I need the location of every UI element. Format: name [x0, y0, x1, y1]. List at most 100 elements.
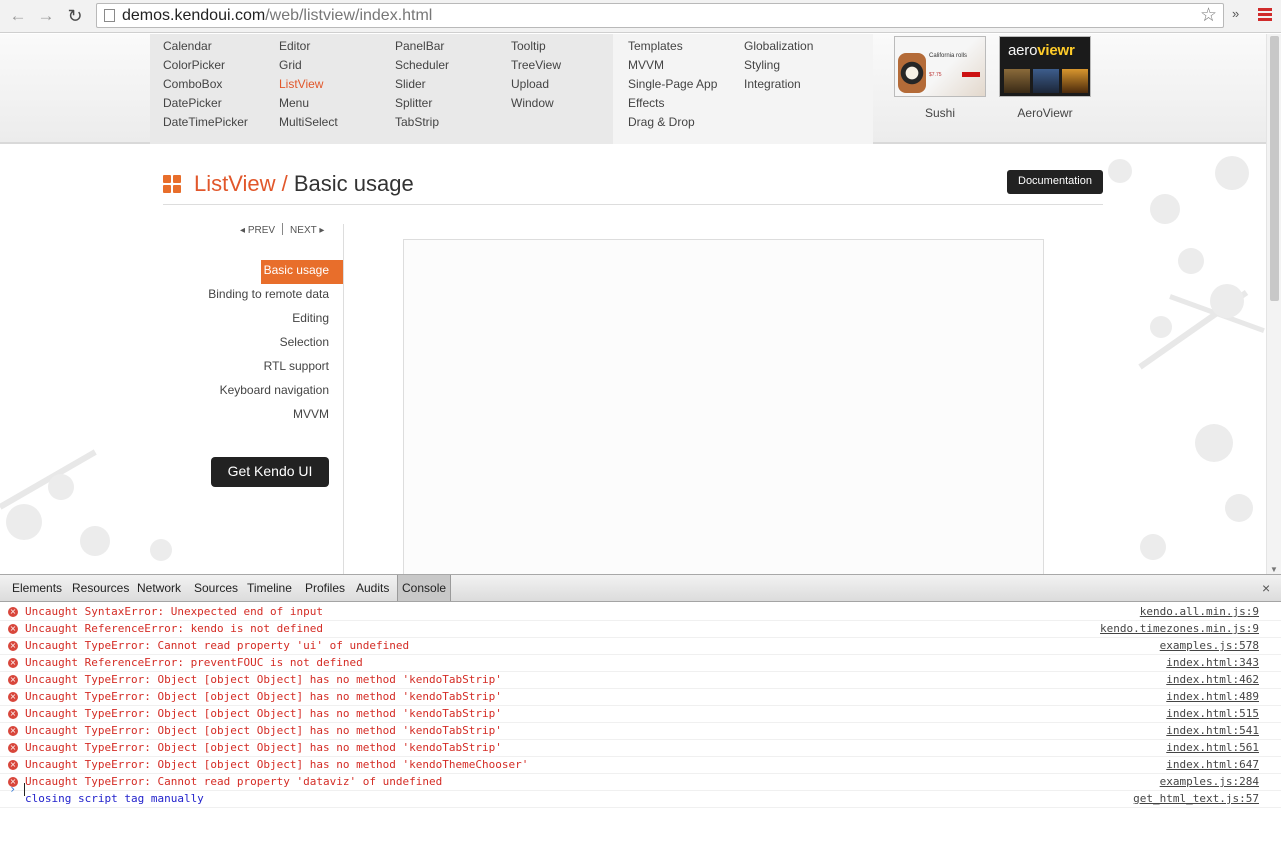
console-source-link[interactable]: index.html:343 [1166, 655, 1259, 671]
address-bar[interactable]: demos.kendoui.com/web/listview/index.htm… [96, 3, 1224, 28]
console-log-row: × Uncaught TypeError: Object [object Obje… [0, 723, 1281, 740]
console-source-link[interactable]: examples.js:578 [1160, 638, 1259, 654]
example-title: Basic usage [293, 171, 414, 196]
console-source-link[interactable]: index.html:462 [1166, 672, 1259, 688]
example-nav-item[interactable]: Binding to remote data [150, 284, 343, 308]
tab-profiles[interactable]: Profiles [301, 575, 349, 601]
bookmark-star-icon[interactable]: ☆ [1200, 4, 1217, 27]
url-host: demos.kendoui.com [122, 7, 266, 24]
get-kendo-button[interactable]: Get Kendo UI [211, 457, 329, 487]
menu-item[interactable]: Globalization [744, 38, 813, 57]
error-icon: × [8, 641, 18, 651]
menu-item[interactable]: Upload [511, 76, 561, 95]
console-source-link[interactable]: index.html:647 [1166, 757, 1259, 773]
menu-item-active[interactable]: ListView [279, 76, 338, 95]
menu-item[interactable]: Styling [744, 57, 813, 76]
menu-item[interactable]: ComboBox [163, 76, 248, 95]
menu-item[interactable]: Menu [279, 95, 338, 114]
menu-column-5: Templates MVVM Single-Page App Effects D… [628, 38, 717, 133]
page-scrollbar[interactable]: ▲ ▼ [1266, 34, 1281, 574]
next-arrow-icon: ▸ [319, 225, 325, 236]
console-message: Uncaught TypeError: Object [object Objec… [25, 758, 529, 771]
console-source-link[interactable]: kendo.all.min.js:9 [1140, 604, 1259, 620]
scroll-down-icon[interactable]: ▼ [1270, 565, 1278, 574]
console-message: Uncaught TypeError: Object [object Objec… [25, 741, 502, 754]
prev-link[interactable]: PREV [248, 225, 275, 236]
tab-network[interactable]: Network [133, 575, 185, 601]
example-nav-item-active[interactable]: Basic usage [261, 260, 343, 284]
menu-item[interactable]: Single-Page App [628, 76, 717, 95]
console-source-link[interactable]: index.html:489 [1166, 689, 1259, 705]
menu-item[interactable]: Editor [279, 38, 338, 57]
back-icon[interactable]: ← [7, 5, 29, 27]
sushi-thumb-price: $7.75 [929, 72, 942, 78]
page-title: ListView / Basic usage [194, 171, 414, 197]
menu-item[interactable]: DatePicker [163, 95, 248, 114]
sushi-thumb-title: California rolls [929, 53, 968, 59]
aero-photo [1062, 69, 1088, 93]
tab-resources[interactable]: Resources [68, 575, 133, 601]
tab-console[interactable]: Console [397, 575, 452, 601]
aeroviewr-label[interactable]: AeroViewr [999, 106, 1091, 120]
tab-sources[interactable]: Sources [190, 575, 242, 601]
menu-item[interactable]: Scheduler [395, 57, 449, 76]
error-icon: × [8, 675, 18, 685]
example-nav-item[interactable]: Editing [150, 308, 343, 332]
menu-item[interactable]: Slider [395, 76, 449, 95]
menu-item[interactable]: Tooltip [511, 38, 561, 57]
menu-item[interactable]: MultiSelect [279, 114, 338, 133]
menu-item[interactable]: Calendar [163, 38, 248, 57]
listview-grid-icon [163, 175, 182, 194]
menu-item[interactable]: MVVM [628, 57, 717, 76]
example-nav-item[interactable]: MVVM [150, 404, 343, 428]
menu-item[interactable]: Effects [628, 95, 717, 114]
console-source-link[interactable]: index.html:541 [1166, 723, 1259, 739]
aeroviewr-thumbnail[interactable]: aeroviewr [999, 36, 1091, 97]
console-log-row: × Uncaught TypeError: Cannot read propert… [0, 638, 1281, 655]
console-source-link[interactable]: get_html_text.js:57 [1133, 791, 1259, 807]
browser-menu-icon[interactable] [1258, 8, 1272, 22]
error-icon: × [8, 692, 18, 702]
widget-menu: Calendar ColorPicker ComboBox DatePicker… [0, 34, 1266, 144]
menu-item[interactable]: Integration [744, 76, 813, 95]
menu-item[interactable]: Splitter [395, 95, 449, 114]
menu-item[interactable]: DateTimePicker [163, 114, 248, 133]
menu-item[interactable]: TreeView [511, 57, 561, 76]
example-nav-item[interactable]: Keyboard navigation [150, 380, 343, 404]
example-nav-item[interactable]: RTL support [150, 356, 343, 380]
extensions-chevron-icon[interactable]: » [1232, 6, 1239, 21]
tab-elements[interactable]: Elements [8, 575, 66, 601]
menu-item[interactable]: TabStrip [395, 114, 449, 133]
url-text[interactable]: demos.kendoui.com/web/listview/index.htm… [122, 7, 432, 25]
menu-item[interactable]: Drag & Drop [628, 114, 717, 133]
console-source-link[interactable]: index.html:561 [1166, 740, 1259, 756]
console-message: Uncaught TypeError: Object [object Objec… [25, 673, 502, 686]
url-path: /web/listview/index.html [265, 7, 433, 24]
scrollbar-thumb[interactable] [1270, 36, 1279, 301]
documentation-button[interactable]: Documentation [1007, 170, 1103, 194]
console-source-link[interactable]: index.html:515 [1166, 706, 1259, 722]
page-icon [104, 9, 115, 22]
console-source-link[interactable]: examples.js:284 [1160, 774, 1259, 790]
close-icon[interactable]: × [1262, 580, 1270, 596]
sushi-thumbnail[interactable]: California rolls $7.75 [894, 36, 986, 97]
console-message: Uncaught ReferenceError: kendo is not de… [25, 622, 324, 635]
forward-icon[interactable]: → [35, 5, 57, 27]
example-nav-item[interactable]: Selection [150, 332, 343, 356]
menu-item[interactable]: Window [511, 95, 561, 114]
prev-next-nav: ◂ PREV NEXT ▸ [240, 223, 324, 236]
tab-timeline[interactable]: Timeline [243, 575, 296, 601]
menu-item[interactable]: Templates [628, 38, 717, 57]
tab-audits[interactable]: Audits [352, 575, 393, 601]
reload-icon[interactable]: ↻ [64, 5, 86, 27]
menu-item[interactable]: PanelBar [395, 38, 449, 57]
widget-name[interactable]: ListView [194, 171, 276, 196]
console-log-row: × Uncaught TypeError: Object [object Obje… [0, 689, 1281, 706]
menu-item[interactable]: Grid [279, 57, 338, 76]
console-source-link[interactable]: kendo.timezones.min.js:9 [1100, 621, 1259, 637]
console-message: closing script tag manually [25, 792, 204, 805]
menu-item[interactable]: ColorPicker [163, 57, 248, 76]
sushi-label[interactable]: Sushi [894, 106, 986, 120]
next-link[interactable]: NEXT [290, 225, 317, 236]
console-input[interactable] [24, 783, 25, 796]
